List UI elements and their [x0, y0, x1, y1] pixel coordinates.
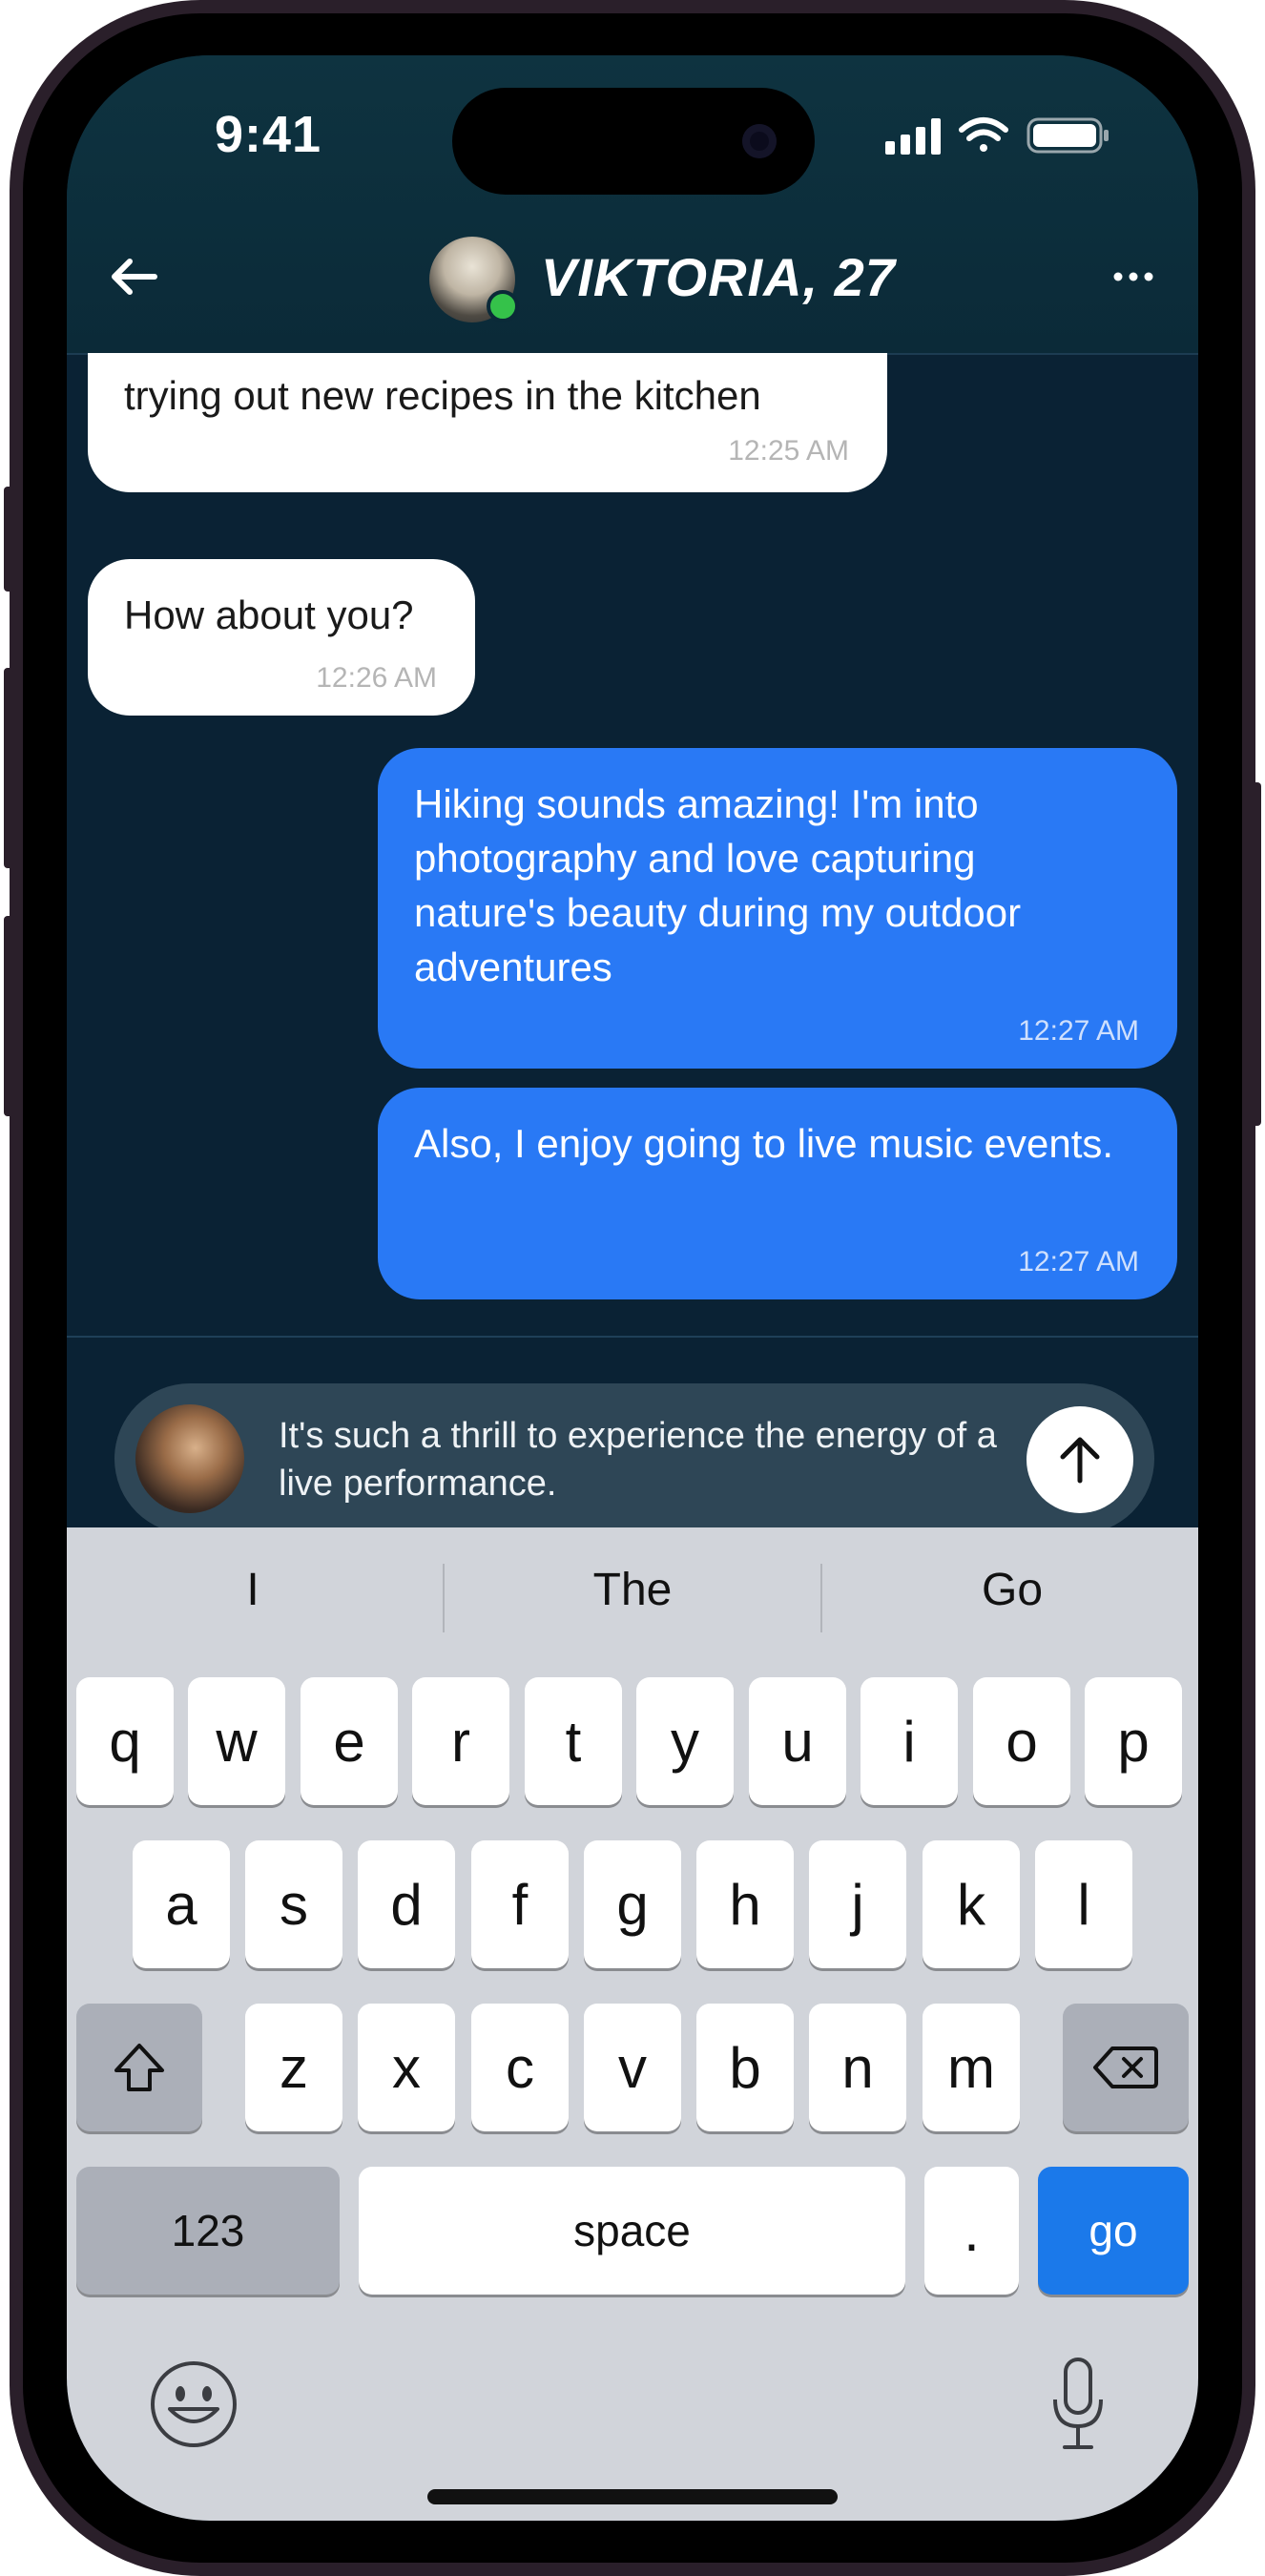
- message-outgoing[interactable]: Hiking sounds amazing! I'm into photogra…: [378, 748, 1177, 1069]
- microphone-icon[interactable]: [1049, 2356, 1107, 2451]
- app-screen: 9:41 VIKTORIA, 27 trying out new recipes…: [67, 55, 1198, 2521]
- arrow-up-icon: [1060, 1437, 1100, 1484]
- shift-key[interactable]: [76, 2004, 202, 2131]
- key-m[interactable]: m: [923, 2004, 1020, 2131]
- key-o[interactable]: o: [973, 1677, 1070, 1805]
- key-e[interactable]: e: [301, 1677, 398, 1805]
- key-l[interactable]: l: [1035, 1840, 1132, 1968]
- user-avatar: [135, 1404, 244, 1513]
- key-n[interactable]: n: [809, 2004, 906, 2131]
- chat-header: 9:41 VIKTORIA, 27: [67, 55, 1198, 355]
- prediction-divider: [443, 1564, 445, 1632]
- message-text: Also, I enjoy going to live music events…: [414, 1121, 1114, 1166]
- cellular-signal-icon: [885, 118, 941, 155]
- prediction-item[interactable]: Go: [826, 1564, 1198, 1616]
- key-f[interactable]: f: [471, 1840, 569, 1968]
- prediction-bar: I The Go: [67, 1527, 1198, 1671]
- space-key[interactable]: space: [359, 2167, 905, 2295]
- online-status-indicator: [487, 290, 519, 322]
- backspace-icon: [1093, 2046, 1158, 2088]
- key-i[interactable]: i: [861, 1677, 958, 1805]
- key-d[interactable]: d: [358, 1840, 455, 1968]
- composer-divider: [67, 1336, 1198, 1338]
- keyboard: I The Go q w e r t y u i o p a s d f g h…: [67, 1527, 1198, 2521]
- key-c[interactable]: c: [471, 2004, 569, 2131]
- delete-key[interactable]: [1063, 2004, 1189, 2131]
- message-input[interactable]: It's such a thrill to experience the ene…: [279, 1412, 1004, 1507]
- key-h[interactable]: h: [696, 1840, 794, 1968]
- prediction-item[interactable]: The: [446, 1564, 819, 1616]
- volume-up-button: [4, 668, 13, 868]
- wifi-icon: [959, 117, 1008, 152]
- message-outgoing[interactable]: Also, I enjoy going to live music events…: [378, 1088, 1177, 1299]
- key-s[interactable]: s: [245, 1840, 342, 1968]
- message-time: 12:26 AM: [316, 662, 437, 694]
- key-j[interactable]: j: [809, 1840, 906, 1968]
- side-button: [4, 487, 13, 592]
- period-key[interactable]: .: [924, 2167, 1019, 2295]
- message-text: trying out new recipes in the kitchen: [124, 373, 761, 418]
- key-a[interactable]: a: [133, 1840, 230, 1968]
- message-time: 12:27 AM: [1018, 1015, 1139, 1047]
- message-incoming[interactable]: How about you? 12:26 AM: [88, 559, 475, 716]
- shift-icon: [114, 2044, 164, 2091]
- status-time: 9:41: [215, 106, 322, 163]
- key-z[interactable]: z: [245, 2004, 342, 2131]
- key-b[interactable]: b: [696, 2004, 794, 2131]
- dynamic-island: [452, 88, 815, 195]
- status-icons: [885, 117, 1109, 155]
- prediction-item[interactable]: I: [67, 1564, 439, 1616]
- key-x[interactable]: x: [358, 2004, 455, 2131]
- go-key[interactable]: go: [1038, 2167, 1189, 2295]
- prediction-divider: [820, 1564, 822, 1632]
- send-button[interactable]: [1027, 1406, 1133, 1513]
- contact-avatar[interactable]: [429, 237, 519, 322]
- key-w[interactable]: w: [188, 1677, 285, 1805]
- key-r[interactable]: r: [412, 1677, 509, 1805]
- back-arrow-icon[interactable]: [103, 246, 164, 307]
- message-time: 12:25 AM: [728, 435, 849, 467]
- key-u[interactable]: u: [749, 1677, 846, 1805]
- key-v[interactable]: v: [584, 2004, 681, 2131]
- message-text: How about you?: [124, 592, 414, 637]
- emoji-icon[interactable]: [149, 2359, 238, 2449]
- message-time: 12:27 AM: [1018, 1246, 1139, 1278]
- contact-name[interactable]: VIKTORIA, 27: [541, 246, 896, 308]
- message-incoming[interactable]: trying out new recipes in the kitchen 12…: [88, 353, 887, 492]
- key-p[interactable]: p: [1085, 1677, 1182, 1805]
- more-options-icon[interactable]: [1110, 258, 1156, 296]
- message-text: Hiking sounds amazing! I'm into photogra…: [414, 781, 1022, 989]
- volume-down-button: [4, 916, 13, 1116]
- battery-icon: [1027, 117, 1109, 154]
- message-list[interactable]: trying out new recipes in the kitchen 12…: [67, 353, 1198, 1336]
- home-indicator[interactable]: [427, 2489, 838, 2504]
- camera-icon: [742, 124, 777, 158]
- key-q[interactable]: q: [76, 1677, 174, 1805]
- key-t[interactable]: t: [525, 1677, 622, 1805]
- key-g[interactable]: g: [584, 1840, 681, 1968]
- power-button: [1252, 782, 1261, 1126]
- key-y[interactable]: y: [636, 1677, 734, 1805]
- message-composer[interactable]: It's such a thrill to experience the ene…: [114, 1383, 1154, 1534]
- key-k[interactable]: k: [923, 1840, 1020, 1968]
- numbers-key[interactable]: 123: [76, 2167, 340, 2295]
